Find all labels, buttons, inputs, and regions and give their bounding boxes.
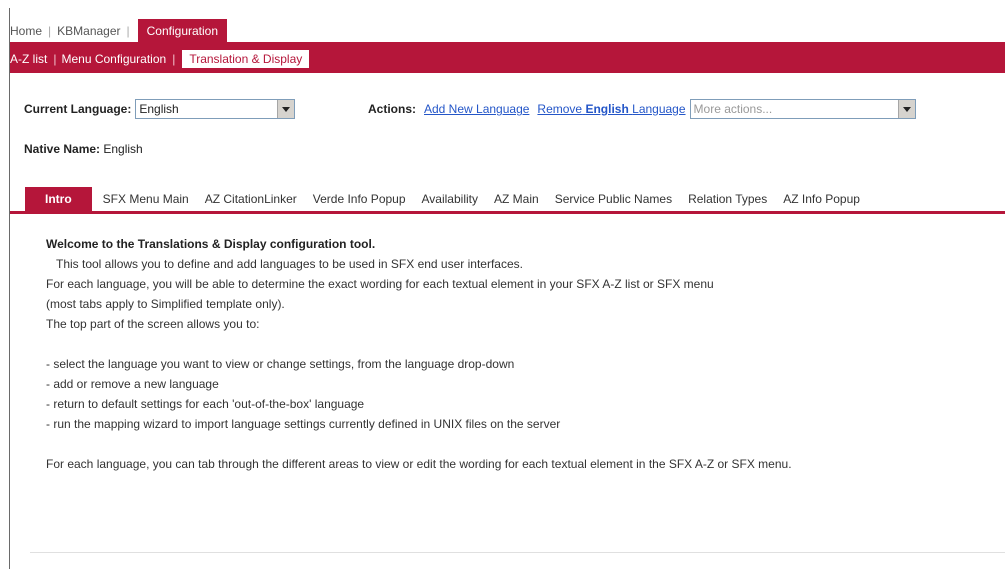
nav-separator: | (48, 24, 52, 38)
language-select[interactable]: English (135, 99, 296, 119)
remove-link-suffix: Language (632, 102, 686, 116)
add-language-link[interactable]: Add New Language (424, 102, 529, 116)
chevron-down-icon[interactable] (277, 100, 295, 118)
tab-intro[interactable]: Intro (25, 187, 92, 211)
bullet-item: - add or remove a new language (46, 377, 219, 391)
tab-availability[interactable]: Availability (414, 187, 486, 211)
page-left-border (9, 8, 10, 569)
tab-service-public-names[interactable]: Service Public Names (547, 187, 680, 211)
content-divider (30, 552, 1005, 553)
subnav-separator: | (53, 52, 57, 66)
tab-verde-info-popup[interactable]: Verde Info Popup (305, 187, 414, 211)
actions-row: Actions: Add New Language Remove English… (368, 98, 916, 120)
tab-az-main[interactable]: AZ Main (486, 187, 547, 211)
subnav-menu-configuration[interactable]: Menu Configuration (61, 52, 172, 66)
remove-language-link[interactable]: Remove English Language (537, 102, 685, 116)
native-name-label: Native Name: (24, 142, 101, 156)
language-select-value: English (139, 102, 179, 116)
tab-az-citationlinker[interactable]: AZ CitationLinker (197, 187, 305, 211)
intro-line: For each language, you will be able to d… (46, 277, 714, 291)
tab-az-info-popup[interactable]: AZ Info Popup (775, 187, 868, 211)
more-actions-select[interactable]: More actions... (689, 99, 916, 119)
bullet-item: - run the mapping wizard to import langu… (46, 417, 561, 431)
chevron-down-icon[interactable] (897, 100, 915, 118)
more-actions-value: More actions... (693, 102, 773, 116)
nav-home[interactable]: Home (10, 19, 48, 43)
tab-relation-types[interactable]: Relation Types (680, 187, 775, 211)
bullet-item: - select the language you want to view o… (46, 357, 515, 371)
welcome-heading: Welcome to the Translations & Display co… (46, 237, 376, 251)
subnav-az-list[interactable]: A-Z list (10, 52, 53, 66)
top-navigation: Home | KBManager | Configuration (10, 19, 228, 43)
remove-link-prefix: Remove (537, 102, 583, 116)
subnav-separator: | (172, 52, 176, 66)
nav-separator: | (126, 24, 130, 38)
intro-line: The top part of the screen allows you to… (46, 317, 260, 331)
nav-configuration[interactable]: Configuration (137, 19, 228, 43)
intro-footer: For each language, you can tab through t… (46, 457, 792, 471)
subnav-translation-display[interactable]: Translation & Display (182, 50, 310, 68)
tab-sfx-menu-main[interactable]: SFX Menu Main (95, 187, 197, 211)
config-tabs: Intro SFX Menu Main AZ CitationLinker Ve… (10, 186, 1005, 214)
actions-label: Actions: (368, 102, 416, 116)
intro-line: This tool allows you to define and add l… (56, 257, 523, 271)
remove-link-language: English (585, 102, 629, 116)
current-language-label: Current Language: (24, 102, 132, 116)
intro-content: Welcome to the Translations & Display co… (46, 234, 996, 474)
nav-kbmanager[interactable]: KBManager (57, 19, 126, 43)
current-language-row: Current Language: English (24, 98, 296, 120)
intro-line: (most tabs apply to Simplified template … (46, 297, 285, 311)
native-name-value: English (103, 142, 143, 156)
sub-navigation: A-Z list | Menu Configuration | Translat… (10, 45, 1005, 73)
bullet-item: - return to default settings for each 'o… (46, 397, 365, 411)
native-name: Native Name: English (24, 142, 143, 156)
